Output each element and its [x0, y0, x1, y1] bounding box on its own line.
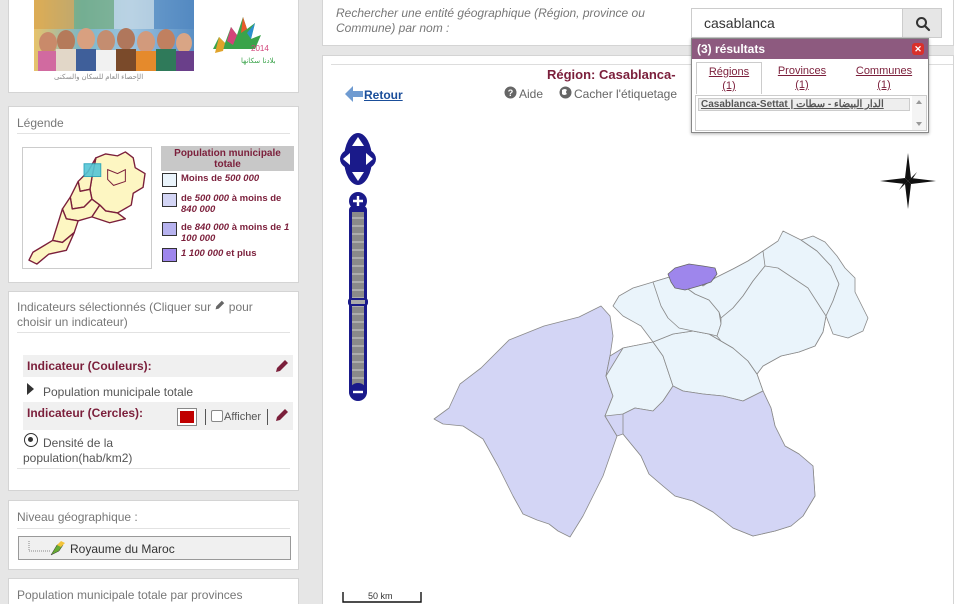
zoom-slider[interactable]	[348, 192, 368, 401]
indicators-title: Indicateurs sélectionnés (Cliquer sur po…	[17, 300, 253, 329]
colors-indicator-value: Population municipale totale	[43, 385, 194, 399]
colors-indicator-label: Indicateur (Couleurs):	[27, 359, 152, 373]
legend-swatch	[162, 173, 177, 187]
indicators-panel: Indicateurs sélectionnés (Cliquer sur po…	[8, 291, 299, 491]
search-icon	[916, 17, 931, 32]
legend-item: Moins de 500 000	[162, 173, 293, 187]
census-logo: 2014 قيمة بلادنا سكانها	[213, 17, 275, 65]
show-circles-label: Afficher	[224, 411, 262, 423]
pan-control[interactable]	[340, 133, 376, 185]
legend-panel: Légende Population municipale totale Moi…	[8, 106, 299, 283]
legend-swatch	[162, 193, 177, 207]
circle-color-picker[interactable]	[177, 408, 197, 426]
level-title: Niveau géographique :	[17, 510, 138, 524]
provinces-chart-panel: Population municipale totale par provinc…	[8, 578, 299, 604]
results-count: (3) résultats	[697, 42, 766, 56]
province-shape	[433, 305, 618, 538]
geo-level-tree-item[interactable]: Royaume du Maroc	[18, 536, 291, 560]
separator	[267, 409, 268, 425]
legend-indicator-header: Population municipale totale	[161, 146, 294, 171]
level-divider	[17, 528, 290, 529]
tab-communes[interactable]: Communes (1)	[846, 62, 922, 94]
compass-rose	[880, 153, 936, 209]
scroll-arrows-icon	[916, 100, 922, 126]
legend-item: 1 100 000 et plus	[162, 248, 293, 262]
morocco-overview-map	[22, 147, 152, 269]
search-results-popup: (3) résultats ✕ Régions (1) Provinces (1) …	[691, 38, 929, 133]
level-panel: Niveau géographique : Royaume du Maroc	[8, 500, 299, 570]
separator	[205, 409, 206, 425]
tree-connector-icon	[28, 541, 65, 556]
tab-regions[interactable]: Régions (1)	[696, 62, 762, 94]
geo-level-label: Royaume du Maroc	[70, 542, 175, 556]
results-scrollbar[interactable]	[912, 96, 926, 130]
edit-circles-pencil-icon[interactable]	[275, 408, 289, 422]
legend-swatch	[162, 222, 177, 236]
legend-divider	[17, 133, 290, 134]
indicators-divider	[17, 332, 290, 333]
scale-label: 50 km	[368, 591, 393, 601]
tab-provinces[interactable]: Provinces (1)	[766, 62, 838, 94]
legend-item: de 840 000 à moins de 1 100 000	[162, 222, 293, 244]
results-list: Casablanca-Settat | الدار البيضاء - سطات	[695, 95, 927, 131]
results-header: (3) résultats ✕	[692, 39, 928, 59]
legend-swatch	[162, 248, 177, 262]
edit-colors-pencil-icon[interactable]	[275, 359, 289, 373]
circle-color-swatch	[180, 411, 194, 423]
region-map[interactable]	[323, 56, 954, 604]
map-panel: Région: Casablanca- Retour ? Aide Cacher…	[322, 55, 954, 604]
census-logo-year: 2014	[251, 44, 269, 53]
search-button[interactable]	[902, 8, 942, 38]
search-hint: Rechercher une entité géographique (Régi…	[336, 6, 645, 35]
provinces-chart-title: Population municipale totale par provinc…	[17, 588, 243, 602]
search-input[interactable]	[691, 8, 903, 38]
legend-title: Légende	[17, 116, 64, 130]
close-icon[interactable]: ✕	[912, 43, 924, 55]
expand-triangle-icon[interactable]	[27, 383, 34, 395]
pencil-icon	[216, 300, 225, 310]
colors-indicator-bar: Indicateur (Couleurs):	[23, 355, 293, 377]
show-circles-checkbox[interactable]	[211, 410, 223, 422]
result-item[interactable]: Casablanca-Settat | الدار البيضاء - سطات	[698, 98, 910, 111]
indicators-bottom-divider	[17, 468, 290, 469]
census-logo-arabic: قيمة بلادنا سكانها	[241, 57, 275, 65]
banner-panel: الإحصاء العام للسكان والسكنى 2014 قيمة ب…	[8, 0, 299, 93]
legend-item: de 500 000 à moins de 840 000	[162, 193, 293, 215]
circles-indicator-label: Indicateur (Cercles):	[27, 406, 144, 420]
circles-indicator-value: Densité de la population(hab/km2)	[23, 436, 133, 465]
banner-caption: الإحصاء العام للسكان والسكنى	[54, 74, 144, 81]
census-photo-strip	[34, 0, 194, 71]
